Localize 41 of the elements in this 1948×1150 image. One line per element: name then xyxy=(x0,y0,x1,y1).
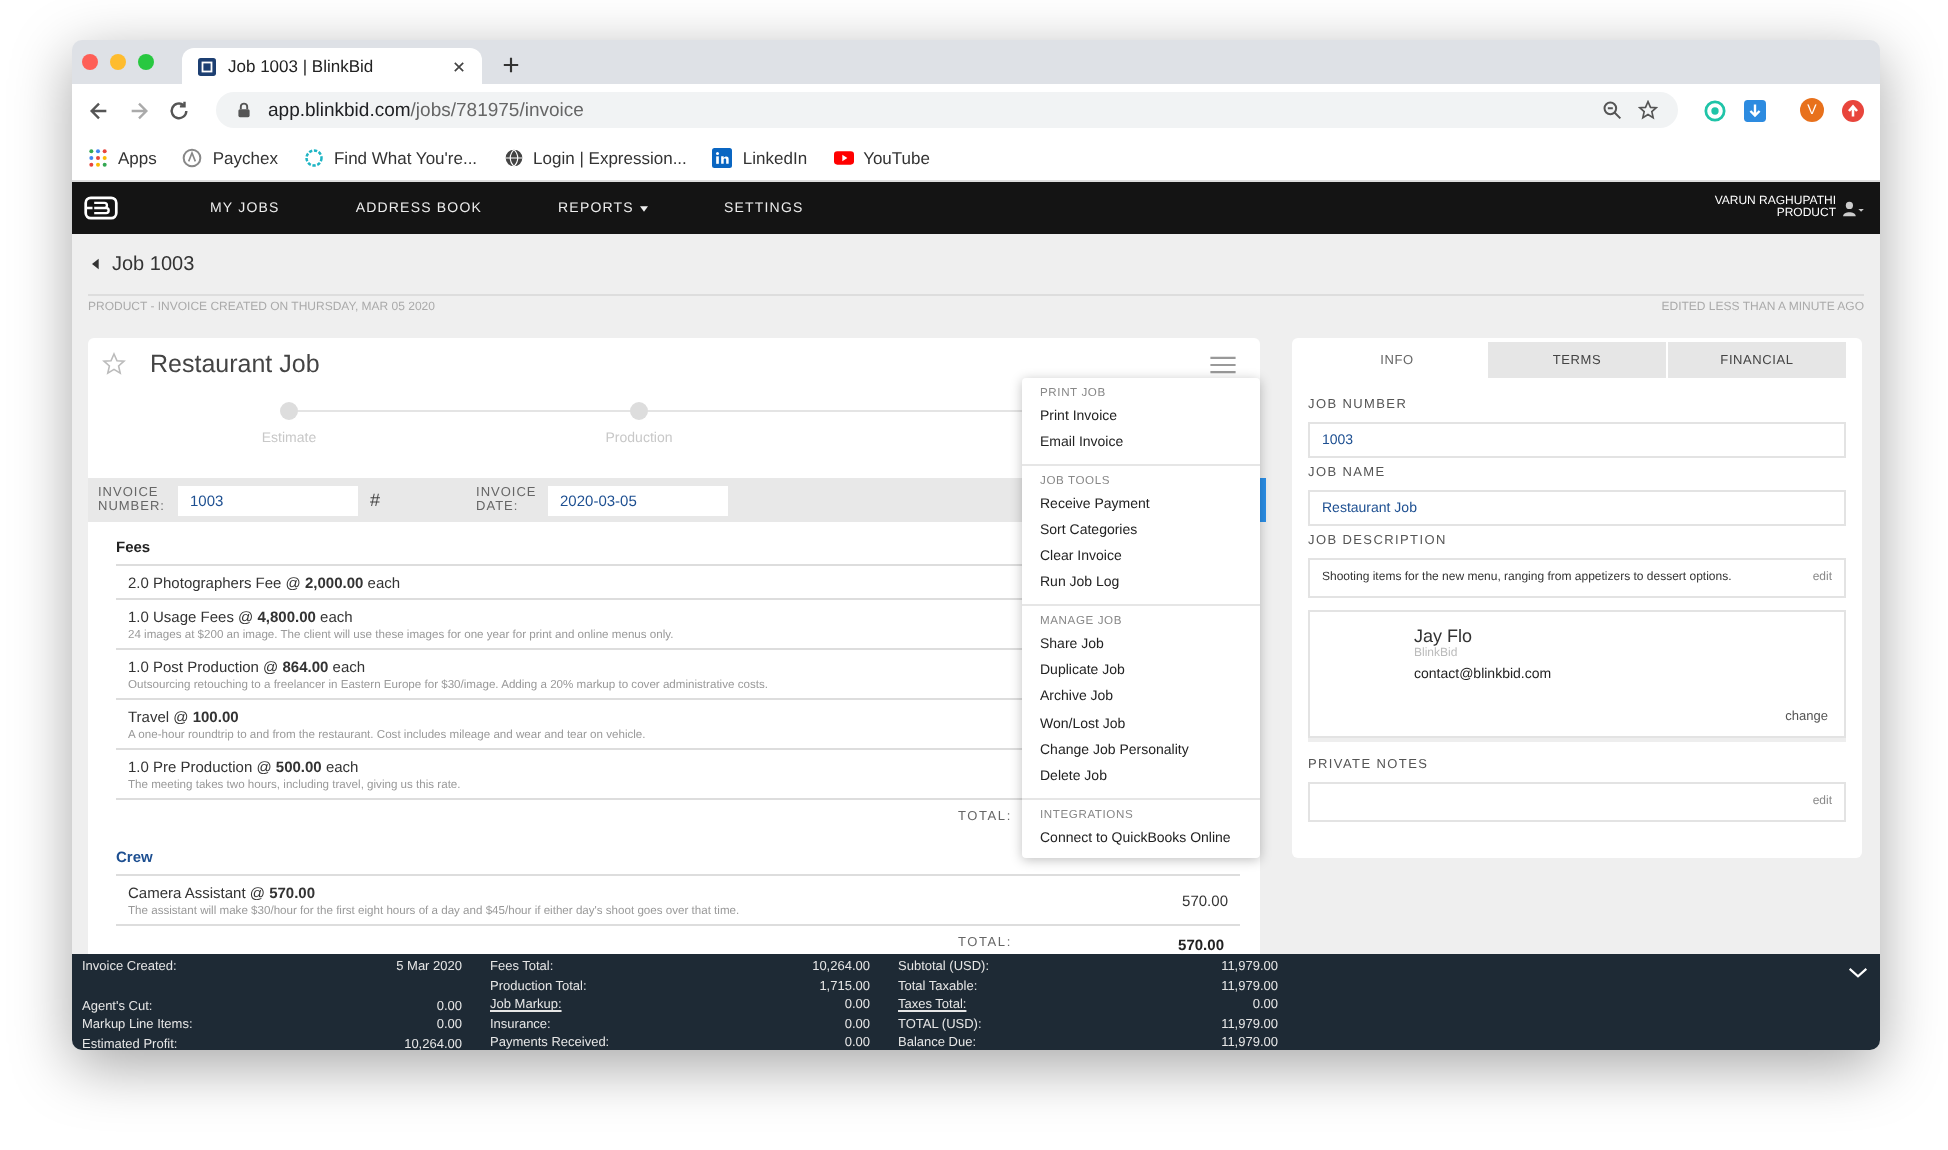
job-title: Restaurant Job xyxy=(150,350,322,378)
address-field[interactable]: app.blinkbid.com/jobs/781975/invoice xyxy=(216,92,1678,128)
stage-dot xyxy=(280,402,298,420)
close-icon[interactable] xyxy=(452,59,466,73)
page-title[interactable]: Job 1003 xyxy=(112,253,195,275)
circle-icon xyxy=(182,148,203,168)
logo-icon xyxy=(198,57,216,75)
globe-icon xyxy=(503,148,524,168)
bookmark-link[interactable]: Login | Expression... xyxy=(503,148,687,168)
minimize-dot-icon[interactable] xyxy=(110,54,126,70)
bookmark-link[interactable]: Find What You're... xyxy=(303,148,478,168)
star-icon[interactable] xyxy=(1638,100,1658,120)
browser-tab[interactable]: Job 1003 | BlinkBid xyxy=(182,48,482,84)
lock-icon xyxy=(236,102,252,118)
hash-sign: # xyxy=(370,490,381,510)
chevron-down-icon[interactable] xyxy=(1848,966,1868,980)
bookmark-link[interactable]: Paychex xyxy=(182,148,278,168)
reload-icon[interactable] xyxy=(168,99,190,121)
bookmark-link[interactable]: Apps xyxy=(88,148,157,168)
contact-name: Jay Flo xyxy=(1414,626,1475,646)
back-caret-icon[interactable] xyxy=(92,258,100,270)
in-square-icon xyxy=(712,148,733,168)
ring-icon xyxy=(303,148,324,168)
grid-icon xyxy=(88,148,108,168)
maximize-dot-icon[interactable] xyxy=(138,54,154,70)
stage-dot xyxy=(630,402,648,420)
menu-icon[interactable] xyxy=(1210,355,1236,373)
update-icon[interactable] xyxy=(1842,99,1864,121)
scroll-indicator xyxy=(1260,478,1266,522)
back-arrow-icon[interactable] xyxy=(88,99,110,121)
logo-icon[interactable] xyxy=(84,196,118,220)
bookmark-link[interactable]: YouTube xyxy=(833,148,930,168)
user-menu-icon[interactable] xyxy=(1842,199,1864,217)
close-dot-icon[interactable] xyxy=(82,54,98,70)
download-icon[interactable] xyxy=(1744,99,1766,121)
zoom-icon[interactable] xyxy=(1602,100,1622,120)
star-icon[interactable] xyxy=(102,352,126,376)
tab-title: Job 1003 | BlinkBid xyxy=(228,56,376,76)
bookmark-link[interactable]: LinkedIn xyxy=(712,148,808,168)
play-icon xyxy=(833,148,854,168)
new-tab-icon[interactable] xyxy=(502,56,520,74)
